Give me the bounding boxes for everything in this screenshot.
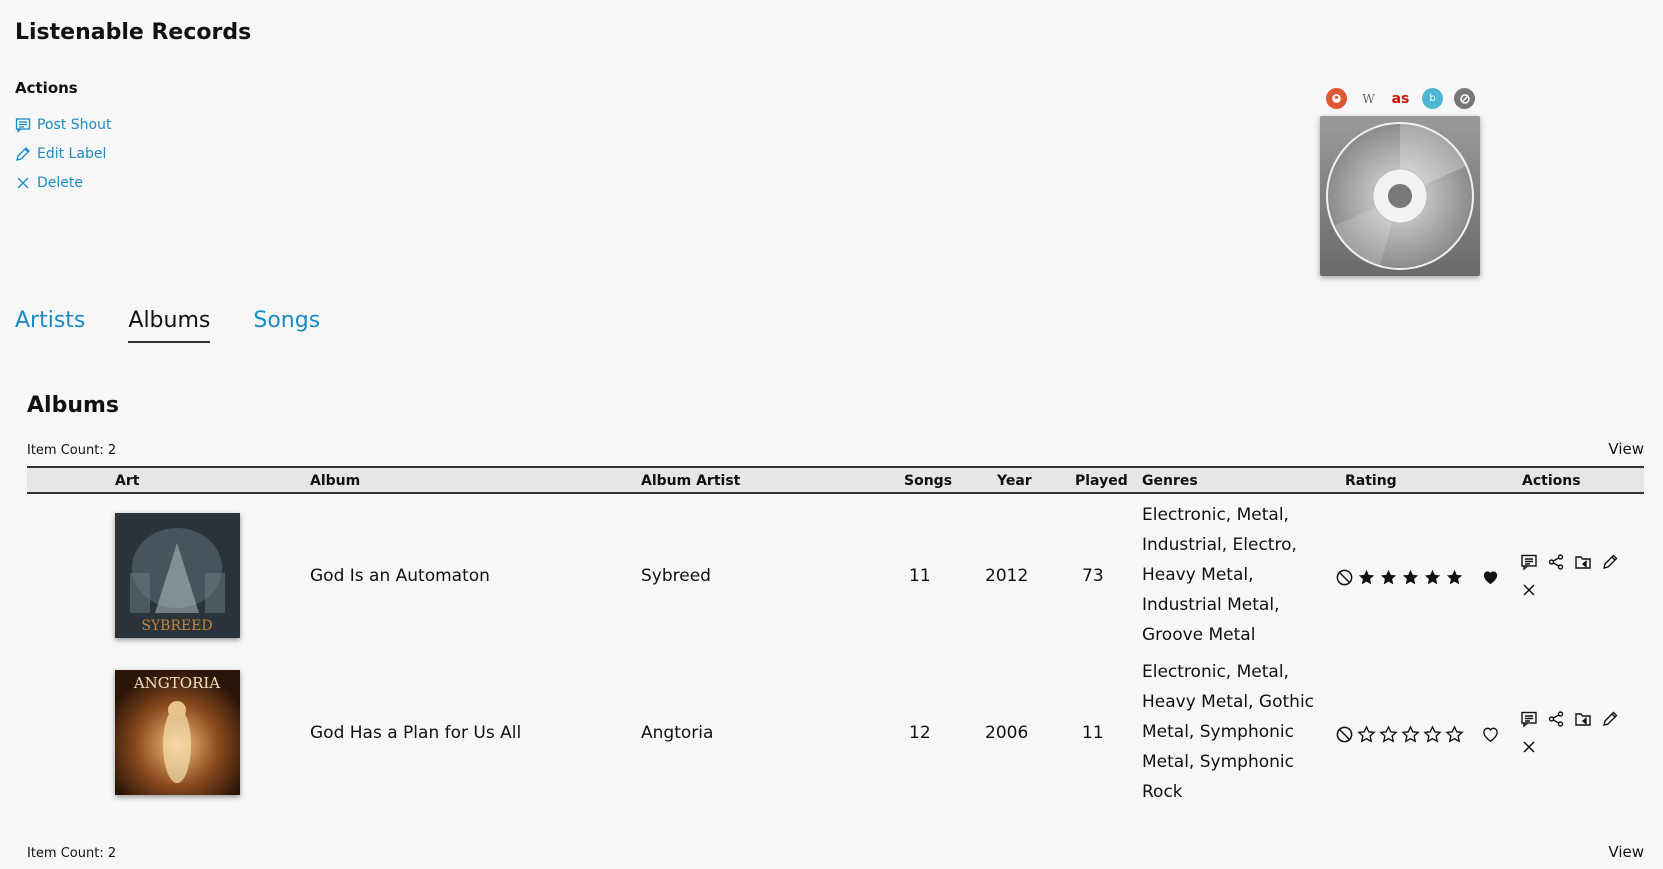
column-rating[interactable]: Rating <box>1345 473 1397 489</box>
star-filled-icon[interactable] <box>1401 568 1420 587</box>
star-empty-icon[interactable] <box>1357 725 1376 744</box>
close-icon <box>17 177 29 189</box>
wikipedia-icon[interactable]: W <box>1358 88 1379 109</box>
column-art[interactable]: Art <box>115 473 139 489</box>
star-empty-icon[interactable] <box>1423 725 1442 744</box>
album-artist[interactable]: Sybreed <box>641 566 711 586</box>
view-link-bottom[interactable]: View <box>1608 843 1644 861</box>
comment-icon[interactable] <box>1520 710 1538 728</box>
clear-rating-icon[interactable] <box>1335 725 1354 744</box>
label-image <box>1320 116 1480 276</box>
star-empty-icon[interactable] <box>1401 725 1420 744</box>
pencil-icon <box>16 147 30 161</box>
post-shout-link[interactable]: Post Shout <box>15 117 111 133</box>
rating-widget <box>1335 725 1500 744</box>
table-header: Art Album Album Artist Songs Year Played… <box>27 466 1644 494</box>
row-actions <box>1520 710 1630 756</box>
album-name[interactable]: God Is an Automaton <box>310 566 490 586</box>
column-actions: Actions <box>1522 473 1581 489</box>
tab-artists[interactable]: Artists <box>15 308 85 343</box>
star-empty-icon[interactable] <box>1445 725 1464 744</box>
star-filled-icon[interactable] <box>1379 568 1398 587</box>
share-icon[interactable] <box>1547 710 1565 728</box>
pencil-icon[interactable] <box>1601 710 1619 728</box>
album-genres: Electronic, Metal, Heavy Metal, Gothic M… <box>1142 662 1315 802</box>
lastfm-icon[interactable]: as <box>1390 88 1411 109</box>
heart-outline-icon[interactable] <box>1481 725 1500 744</box>
heart-filled-icon[interactable] <box>1481 568 1500 587</box>
album-art-text: SYBREED <box>141 618 212 634</box>
view-link-top[interactable]: View <box>1608 440 1644 458</box>
item-count-bottom: Item Count: 2 <box>27 846 117 861</box>
page-title: Listenable Records <box>15 20 252 45</box>
album-genres: Electronic, Metal, Industrial, Electro, … <box>1142 505 1297 645</box>
star-filled-icon[interactable] <box>1445 568 1464 587</box>
column-played[interactable]: Played <box>1075 473 1128 489</box>
edit-label-label: Edit Label <box>37 146 107 162</box>
row-actions <box>1520 553 1630 599</box>
cd-disc-icon <box>1326 122 1474 270</box>
actions-heading: Actions <box>15 79 78 97</box>
play-count: 73 <box>1082 566 1104 586</box>
table-row: SYBREED God Is an Automaton Sybreed 11 2… <box>27 500 1644 656</box>
albums-section-title: Albums <box>27 393 119 418</box>
pencil-icon[interactable] <box>1601 553 1619 571</box>
star-filled-icon[interactable] <box>1423 568 1442 587</box>
column-album-artist[interactable]: Album Artist <box>641 473 740 489</box>
album-artist[interactable]: Angtoria <box>641 723 713 743</box>
external-links: W as b <box>1326 88 1475 109</box>
album-art-text: ANGTORIA <box>133 674 220 692</box>
column-album[interactable]: Album <box>310 473 360 489</box>
comment-icon <box>15 118 31 133</box>
tab-bar: Artists Albums Songs <box>15 308 320 343</box>
column-genres: Genres <box>1142 473 1198 489</box>
post-shout-label: Post Shout <box>37 117 112 133</box>
duckduckgo-icon[interactable] <box>1326 88 1347 109</box>
album-art[interactable]: SYBREED <box>115 513 240 638</box>
share-icon[interactable] <box>1547 553 1565 571</box>
song-count: 12 <box>909 723 931 743</box>
edit-label-link[interactable]: Edit Label <box>15 146 106 162</box>
star-filled-icon[interactable] <box>1357 568 1376 587</box>
comment-icon[interactable] <box>1520 553 1538 571</box>
play-count: 11 <box>1082 723 1104 743</box>
clear-rating-icon[interactable] <box>1335 568 1354 587</box>
close-icon[interactable] <box>1520 738 1538 756</box>
folder-icon[interactable] <box>1574 710 1592 728</box>
item-count-top: Item Count: 2 <box>27 443 117 458</box>
album-name[interactable]: God Has a Plan for Us All <box>310 723 521 743</box>
bandcamp-icon[interactable]: b <box>1422 88 1443 109</box>
column-year[interactable]: Year <box>997 473 1032 489</box>
musicbrainz-icon[interactable] <box>1454 88 1475 109</box>
album-year: 2012 <box>985 566 1029 586</box>
close-icon[interactable] <box>1520 581 1538 599</box>
tab-albums[interactable]: Albums <box>128 308 211 343</box>
delete-link[interactable]: Delete <box>15 175 83 191</box>
song-count: 11 <box>909 566 931 586</box>
table-row: ANGTORIA God Has a Plan for Us All Angto… <box>27 657 1644 813</box>
album-year: 2006 <box>985 723 1029 743</box>
column-songs[interactable]: Songs <box>904 473 952 489</box>
tab-songs[interactable]: Songs <box>253 308 320 343</box>
delete-label: Delete <box>37 175 83 191</box>
rating-widget <box>1335 568 1500 587</box>
star-empty-icon[interactable] <box>1379 725 1398 744</box>
folder-icon[interactable] <box>1574 553 1592 571</box>
album-art[interactable]: ANGTORIA <box>115 670 240 795</box>
